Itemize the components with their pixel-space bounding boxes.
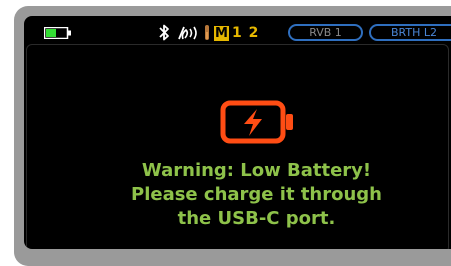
warning-line-2: Please charge it through bbox=[131, 184, 382, 205]
device-screen: M 1 2 RVB 1 BRTH L2 Warning: Low Battery… bbox=[24, 16, 451, 249]
mode-indicator: M bbox=[214, 26, 229, 41]
battery-low-icon bbox=[44, 27, 71, 39]
mode-numbers: 1 2 bbox=[232, 25, 260, 41]
reverb-badge: RVB 1 bbox=[288, 24, 363, 41]
status-bar: M 1 2 RVB 1 BRTH L2 bbox=[24, 16, 451, 43]
battery-charging-warning-icon bbox=[220, 100, 293, 144]
bluetooth-icon bbox=[159, 24, 169, 41]
signal-waves-icon bbox=[178, 26, 197, 40]
device-bezel: M 1 2 RVB 1 BRTH L2 Warning: Low Battery… bbox=[14, 6, 451, 266]
warning-message: Warning: Low Battery! Please charge it t… bbox=[24, 159, 451, 231]
warning-line-1: Warning: Low Battery! bbox=[141, 160, 372, 181]
breath-badge: BRTH L2 bbox=[369, 24, 451, 41]
thermometer-icon bbox=[205, 25, 209, 40]
warning-line-3: the USB-C port. bbox=[177, 208, 336, 229]
